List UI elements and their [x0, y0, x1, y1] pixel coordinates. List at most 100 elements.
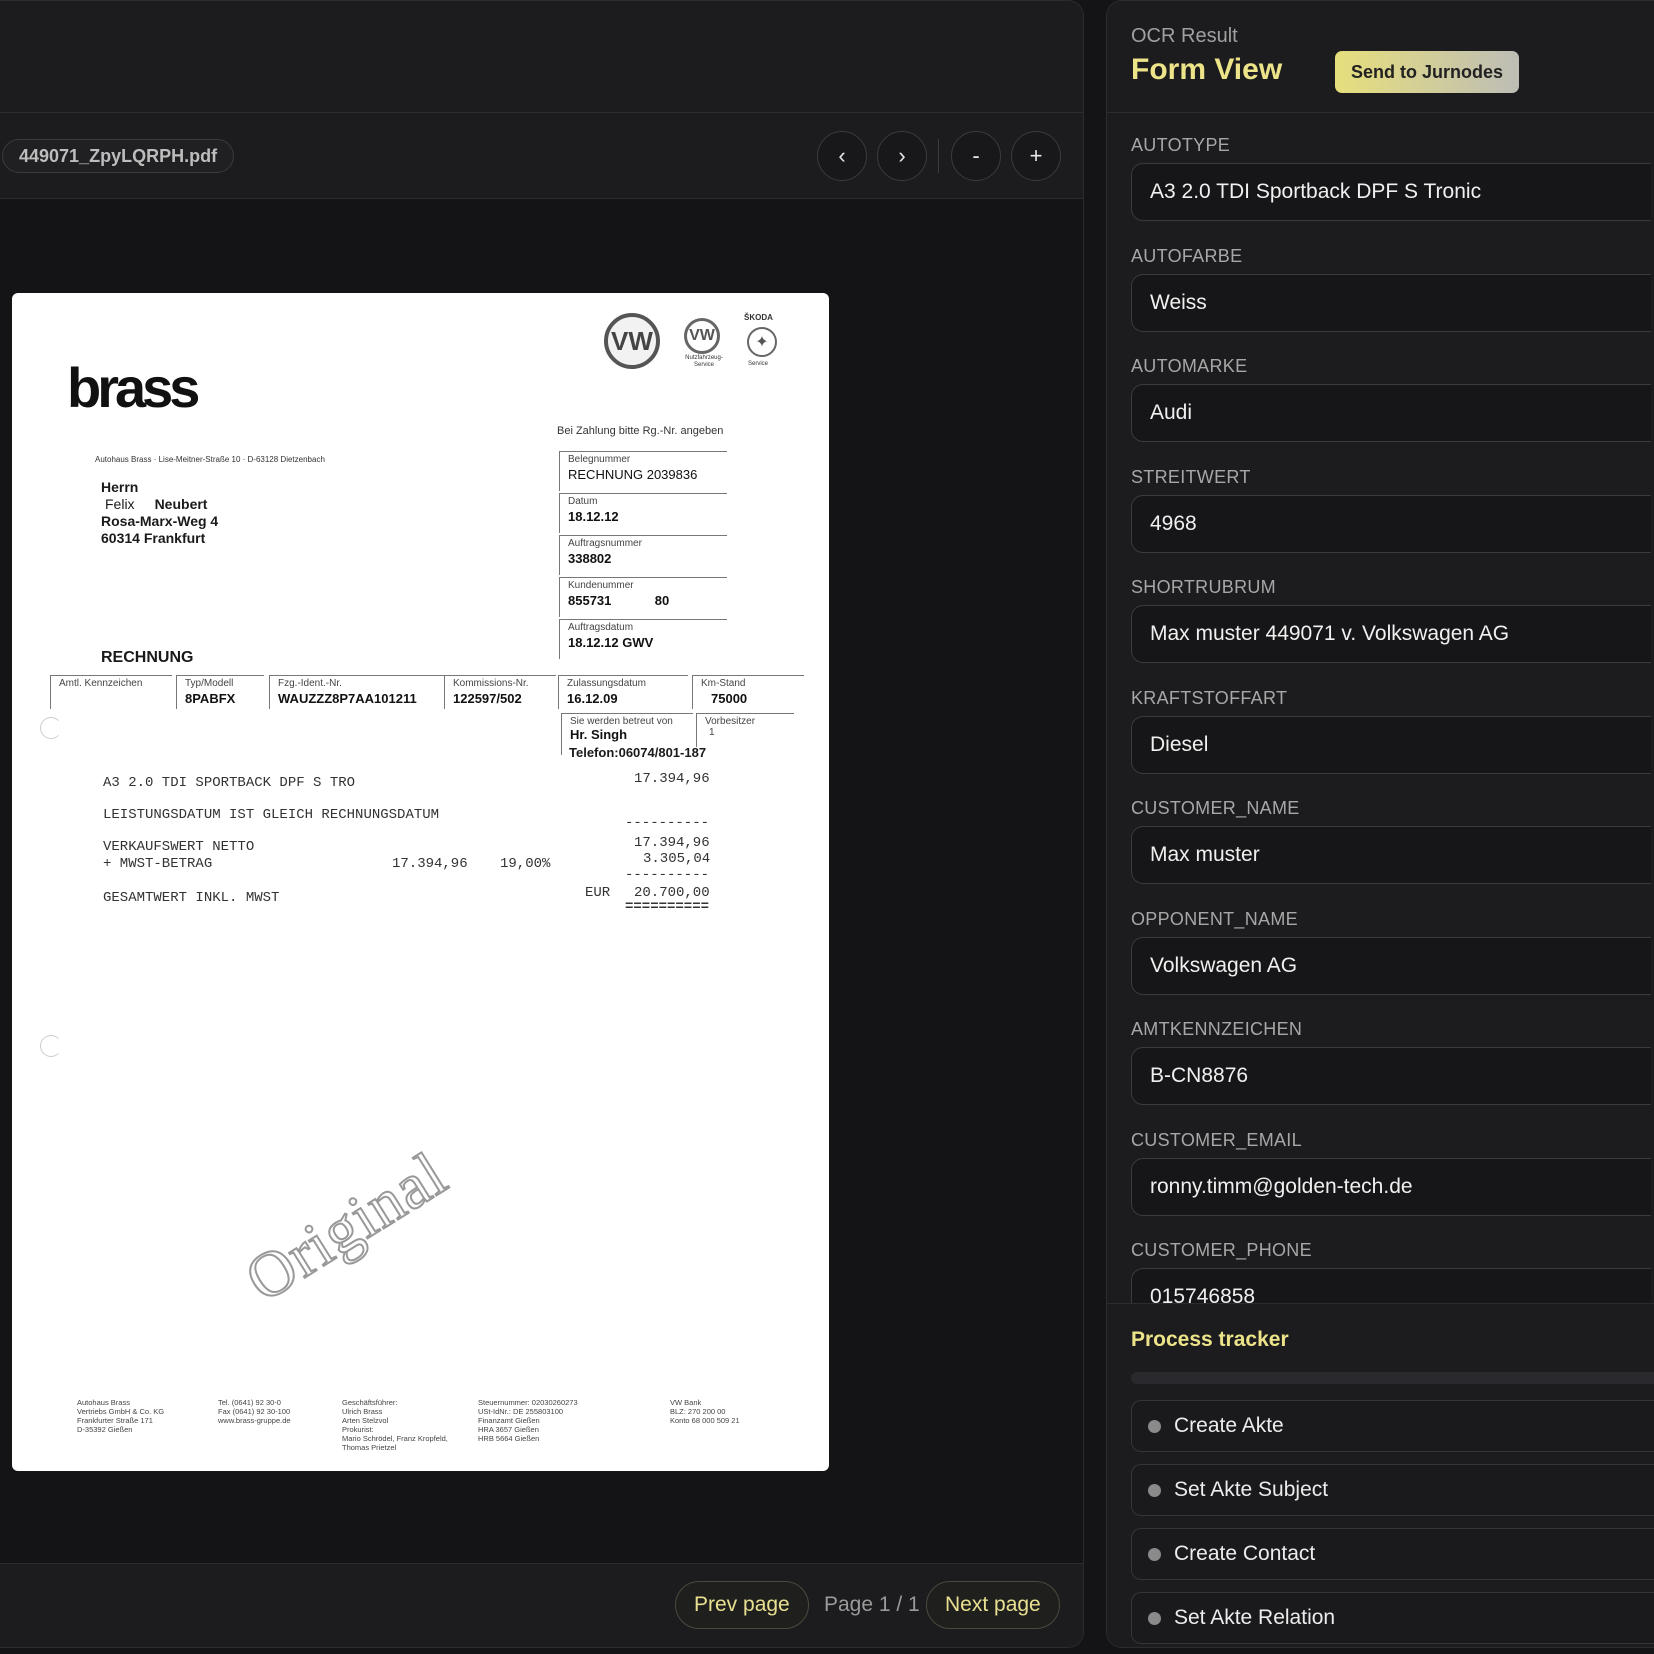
- customer-name-input[interactable]: Max muster: [1131, 826, 1651, 884]
- vehicle-cell-kommission: Kommissions-Nr. 122597/502: [444, 675, 556, 709]
- sender-line: Autohaus Brass · Lise-Meitner-Straße 10 …: [95, 455, 325, 464]
- info-box-value: 855731 80: [568, 593, 670, 608]
- zoom-out-button[interactable]: -: [951, 131, 1001, 181]
- footer-management: Geschäftsführer: Ulrich Brass Arten Stel…: [342, 1398, 448, 1452]
- field-label: CUSTOMER_PHONE: [1131, 1240, 1312, 1260]
- form-view-title: Form View: [1131, 53, 1283, 86]
- line-item-description: A3 2.0 TDI SPORTBACK DPF S TRO: [103, 775, 356, 791]
- info-box-label: Auftragsnummer: [568, 538, 642, 549]
- skoda-wordmark: ŠKODA: [744, 313, 773, 322]
- subtotal-separator: ----------: [625, 815, 710, 831]
- chevron-right-icon: ›: [898, 143, 906, 168]
- amtkennzeichen-input[interactable]: B-CN8876: [1131, 1047, 1651, 1105]
- step-set-akte-relation[interactable]: Set Akte Relation: [1131, 1592, 1654, 1644]
- prev-arrow-button[interactable]: ‹: [817, 131, 867, 181]
- next-arrow-button[interactable]: ›: [877, 131, 927, 181]
- step-set-akte-subject[interactable]: Set Akte Subject: [1131, 1464, 1654, 1516]
- next-page-button[interactable]: Next page: [926, 1581, 1060, 1629]
- streitwert-input[interactable]: 4968: [1131, 494, 1651, 553]
- info-box-auftragsdatum: Auftragsdatum 18.12.12 GWV: [559, 619, 727, 659]
- prev-owner-label: Vorbesitzer: [705, 716, 756, 727]
- total-double-underline: ==========: [625, 899, 710, 915]
- field-label: CUSTOMER_EMAIL: [1131, 1129, 1302, 1150]
- step-create-contact[interactable]: Create Contact: [1131, 1528, 1654, 1580]
- customer-email-input[interactable]: ronny.timm@golden-tech.de: [1131, 1157, 1651, 1216]
- skoda-service-caption: Service: [748, 361, 769, 367]
- field-label: AUTOMARKE: [1131, 356, 1248, 376]
- step-create-akte[interactable]: Create Akte: [1131, 1400, 1654, 1452]
- toolbar-divider: [938, 139, 939, 173]
- form-fields[interactable]: AUTOTYPE A3 2.0 TDI Sportback DPF S Tron…: [1131, 113, 1654, 1303]
- kraftstoffart-input[interactable]: Diesel: [1131, 715, 1651, 774]
- page-indicator: Page 1 / 1: [824, 1593, 920, 1616]
- total-label: GESAMTWERT INKL. MWST: [103, 890, 280, 906]
- payment-note: Bei Zahlung bitte Rg.-Nr. angeben: [557, 425, 724, 437]
- vehicle-cell-typ: Typ/Modell 8PABFX: [176, 675, 264, 709]
- field-label: OPPONENT_NAME: [1131, 908, 1298, 929]
- chevron-left-icon: ‹: [838, 143, 846, 168]
- footer-tax: Steuernummer: 02030260273 USt-IdNr.: DE …: [478, 1398, 578, 1443]
- field-customer-phone: CUSTOMER_PHONE 015746858: [1131, 1218, 1654, 1303]
- vat-label: + MWST-BETRAG: [103, 856, 213, 872]
- vat-rate: 19,00%: [500, 856, 551, 872]
- field-label: SHORTRUBRUM: [1131, 577, 1276, 597]
- punch-hole: [40, 1035, 62, 1057]
- field-label: AMTKENNZEICHEN: [1131, 1019, 1303, 1039]
- field-label: STREITWERT: [1131, 466, 1251, 487]
- status-dot-icon: [1148, 1612, 1161, 1625]
- viewer-topbar: [0, 1, 1083, 113]
- zoom-in-button[interactable]: +: [1011, 131, 1061, 181]
- invoice-title: RECHNUNG: [101, 649, 194, 666]
- ocr-overline: OCR Result: [1131, 25, 1238, 47]
- vehicle-cell-label: Fzg.-Ident.-Nr.: [278, 678, 342, 689]
- info-box-label: Auftragsdatum: [568, 622, 634, 633]
- info-box-kundenummer: Kundenummer 855731 80: [559, 577, 727, 617]
- process-progress-bar: [1131, 1372, 1654, 1384]
- vehicle-cell-label: Kommissions-Nr.: [453, 678, 529, 689]
- recipient-last-name: Neubert: [154, 496, 208, 512]
- customer-phone-input[interactable]: 015746858: [1131, 1268, 1651, 1303]
- process-tracker-title: Process tracker: [1131, 1328, 1289, 1351]
- field-kraftstoffart: KRAFTSTOFFART Diesel: [1131, 666, 1654, 777]
- vehicle-cell-label: Typ/Modell: [185, 678, 234, 689]
- service-date-note: LEISTUNGSDATUM IST GLEICH RECHNUNGSDATUM: [103, 807, 440, 823]
- info-box-label: Kundenummer: [568, 580, 634, 591]
- skoda-logo: ✦: [747, 327, 777, 357]
- step-label: Create Contact: [1174, 1542, 1316, 1565]
- field-autofarbe: AUTOFARBE Weiss: [1131, 224, 1654, 335]
- ocr-result-panel: OCR Result Form View Send to Jurnodes AU…: [1106, 0, 1654, 1648]
- plus-icon: +: [1029, 143, 1043, 168]
- vehicle-cell-label: Km-Stand: [701, 678, 746, 689]
- send-to-jurnodes-button[interactable]: Send to Jurnodes: [1335, 51, 1520, 93]
- prev-owner-box: Vorbesitzer 1: [696, 713, 794, 747]
- total-currency: EUR: [585, 885, 611, 901]
- shortrubrum-input[interactable]: Max muster 449071 v. Volkswagen AG: [1131, 605, 1651, 663]
- vehicle-cell-value: 16.12.09: [567, 691, 618, 706]
- vehicle-cell-label: Zulassungsdatum: [567, 678, 646, 689]
- invoice-page: brass VW VW Nutzfahrzeug- Service ŠKODA …: [12, 293, 829, 1471]
- automarke-input[interactable]: Audi: [1131, 384, 1651, 442]
- file-name-chip[interactable]: 449071_ZpyLQRPH.pdf: [2, 139, 235, 173]
- info-box-value: 18.12.12: [568, 509, 619, 524]
- advisor-name: Hr. Singh: [570, 727, 628, 742]
- info-box-value: RECHNUNG 2039836: [568, 467, 698, 482]
- prev-page-button[interactable]: Prev page: [675, 1581, 809, 1629]
- info-box-label: Datum: [568, 496, 598, 507]
- app-root: 449071_ZpyLQRPH.pdf ‹ › - + brass VW VW …: [0, 0, 1654, 1654]
- step-label: Create Akte: [1174, 1414, 1284, 1437]
- autotype-input[interactable]: A3 2.0 TDI Sportback DPF S Tronic: [1131, 163, 1651, 221]
- total-separator: ----------: [625, 867, 710, 883]
- vehicle-cell-value: 8PABFX: [185, 691, 236, 706]
- field-automarke: AUTOMARKE Audi: [1131, 334, 1654, 445]
- step-label: Set Akte Relation: [1174, 1606, 1336, 1629]
- field-shortrubrum: SHORTRUBRUM Max muster 449071 v. Volkswa…: [1131, 555, 1654, 666]
- vw-nutzfahrzeug-logo: VW: [684, 318, 720, 354]
- prev-owner-value: 1: [709, 727, 715, 738]
- recipient-first-name: Felix: [105, 496, 135, 512]
- advisor-phone: Telefon:06074/801-187: [569, 745, 707, 760]
- recipient-city: 60314 Frankfurt: [101, 530, 206, 546]
- info-box-datum: Datum 18.12.12: [559, 493, 727, 533]
- autofarbe-input[interactable]: Weiss: [1131, 273, 1651, 332]
- info-box-auftragsnummer: Auftragsnummer 338802: [559, 535, 727, 575]
- opponent-name-input[interactable]: Volkswagen AG: [1131, 936, 1651, 995]
